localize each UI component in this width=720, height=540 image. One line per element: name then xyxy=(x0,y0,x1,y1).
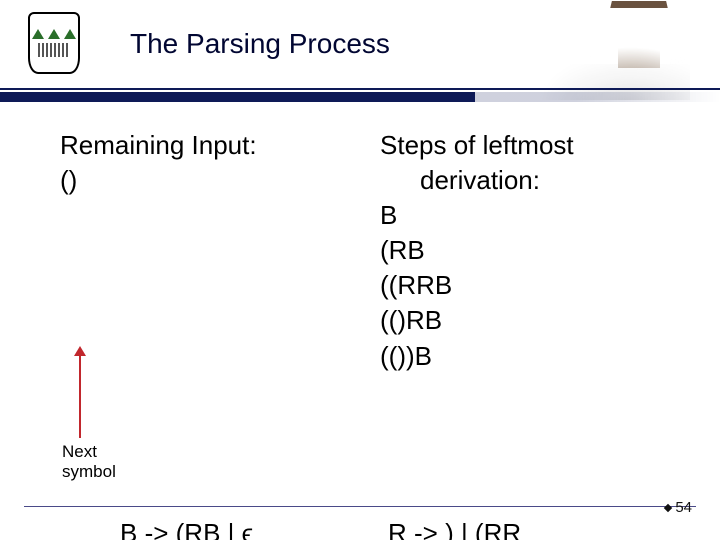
tree-icon xyxy=(48,29,60,39)
content-area: Remaining Input: () Next symbol Steps of… xyxy=(0,120,720,470)
page-number-value: 54 xyxy=(675,499,692,516)
next-symbol-label-line1: Next xyxy=(62,442,116,462)
derivation-step: ((RRB xyxy=(380,268,680,303)
page-number: 54 xyxy=(665,499,692,516)
derivation-step: (())B xyxy=(380,339,680,374)
derivation-step: (()RB xyxy=(380,303,680,338)
grammar-rule-r: R -> ) | (RR xyxy=(388,518,521,540)
remaining-input-value: () xyxy=(60,163,360,198)
university-crest-icon xyxy=(28,12,80,74)
crest-trees xyxy=(32,29,76,39)
grammar-rule-b: B -> (RB | ϵ xyxy=(120,518,253,540)
steps-label-line2: derivation: xyxy=(380,163,680,198)
slide-title: The Parsing Process xyxy=(130,28,390,60)
header: The Parsing Process xyxy=(0,0,720,100)
right-column: Steps of leftmost derivation: B (RB ((RR… xyxy=(380,128,680,374)
derivation-step: (RB xyxy=(380,233,680,268)
remaining-input-label: Remaining Input: xyxy=(60,128,360,163)
header-rule-thin xyxy=(0,88,720,90)
next-symbol-label-line2: symbol xyxy=(62,462,116,482)
derivation-step: B xyxy=(380,198,680,233)
tower-photo-icon xyxy=(540,8,690,100)
steps-label-line1: Steps of leftmost xyxy=(380,128,680,163)
slide: The Parsing Process Remaining Input: () … xyxy=(0,0,720,540)
footer-rule xyxy=(24,506,696,507)
left-column: Remaining Input: () xyxy=(60,128,360,198)
tree-icon xyxy=(32,29,44,39)
crest-bars xyxy=(38,43,70,57)
next-symbol-arrow-icon xyxy=(79,348,81,438)
crest-inner xyxy=(36,20,72,66)
tree-icon xyxy=(64,29,76,39)
header-rule-thick xyxy=(0,92,720,102)
next-symbol-label: Next symbol xyxy=(62,442,116,483)
bullet-icon xyxy=(664,504,672,512)
